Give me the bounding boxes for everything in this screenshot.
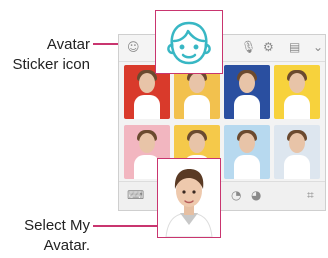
avatar-figure-head <box>189 133 205 153</box>
avatar-figure-body <box>234 155 260 179</box>
camera-icon[interactable]: ⌗ <box>307 188 314 203</box>
settings-icon[interactable]: ⚙ <box>263 40 274 54</box>
avatar-figure-body <box>284 95 310 119</box>
sticker-icon[interactable]: ◔ <box>231 188 241 202</box>
avatar-sticker-icon-zoom[interactable] <box>155 10 223 74</box>
avatar-sticker[interactable] <box>274 65 320 119</box>
emoji-sticker-icon[interactable]: ☺ <box>127 40 140 54</box>
sticker-bottom-bar: ⌨ ◔ ◕ ⌗ <box>119 181 325 210</box>
avatar-figure-body <box>234 95 260 119</box>
avatar-figure-head <box>289 73 305 93</box>
avatar-figure-head <box>139 73 155 93</box>
avatar-sticker[interactable] <box>274 125 320 179</box>
callout-leader-line <box>93 225 157 227</box>
microphone-icon[interactable]: 🎙 <box>241 40 256 54</box>
avatar-sticker-icon <box>167 21 211 65</box>
my-avatar-zoom[interactable] <box>157 158 221 238</box>
avatar-figure-head <box>239 73 255 93</box>
avatar-figure-head <box>289 133 305 153</box>
sticker-grid <box>124 65 322 181</box>
avatar-sticker[interactable] <box>224 65 270 119</box>
avatar-sticker-icon-callout: Avatar Sticker icon <box>12 36 90 73</box>
keyboard-icon[interactable]: ⌨ <box>127 188 144 202</box>
avatar-figure-body <box>284 155 310 179</box>
avatar-figure-body <box>184 95 210 119</box>
select-my-avatar-callout: Select My Avatar. <box>24 217 90 254</box>
avatar-figure-head <box>139 133 155 153</box>
clipboard-icon[interactable]: ▤ <box>289 40 300 54</box>
my-avatar-image <box>158 159 220 237</box>
chevron-down-icon[interactable]: ⌄ <box>313 40 323 54</box>
avatar-sticker[interactable] <box>224 125 270 179</box>
avatar-figure-head <box>239 133 255 153</box>
sticker-icon[interactable]: ◕ <box>251 188 261 202</box>
avatar-figure-body <box>134 95 160 119</box>
avatar-figure-head <box>189 73 205 93</box>
